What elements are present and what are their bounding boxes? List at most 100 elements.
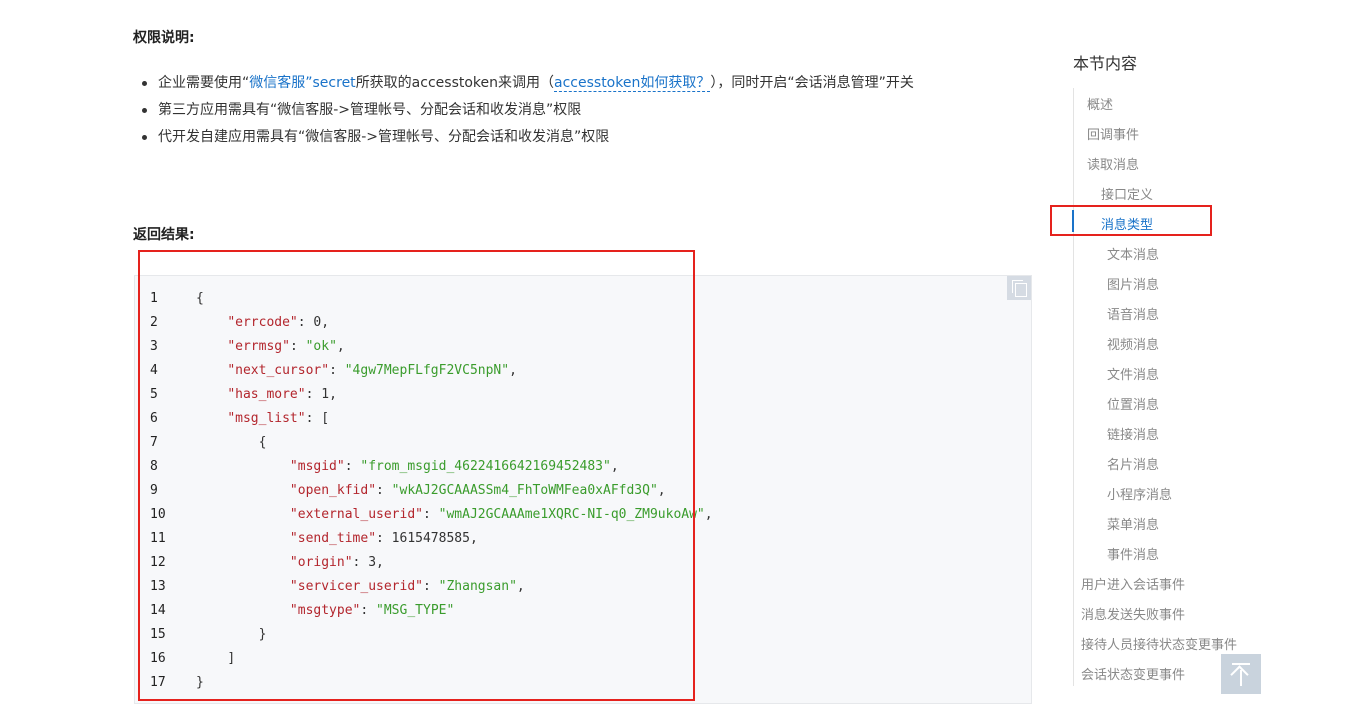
code-token: , <box>516 579 525 594</box>
code-token: : <box>344 459 361 474</box>
toc-item[interactable]: 菜单消息 <box>1107 514 1159 533</box>
code-line: 17} <box>150 673 713 697</box>
code-token: 1615478585 <box>391 531 470 546</box>
code-line: 14 "msgtype": "MSG_TYPE" <box>150 601 713 625</box>
permissions-list: 企业需要使用“微信客服”secret所获取的accesstoken来调用（acc… <box>140 72 914 153</box>
toc-item[interactable]: 视频消息 <box>1107 334 1159 353</box>
permission-item-1-mid: 所获取的accesstoken来调用（ <box>355 75 555 91</box>
toc-item[interactable]: 文件消息 <box>1107 364 1159 383</box>
code-token: , <box>376 555 384 570</box>
copy-button[interactable] <box>1007 276 1031 300</box>
permission-item-1-suffix: ），同时开启“会话消息管理”开关 <box>710 75 914 91</box>
code-token: "errmsg" <box>227 339 290 354</box>
toc-item[interactable]: 概述 <box>1087 94 1113 113</box>
toc-item[interactable]: 图片消息 <box>1107 274 1159 293</box>
code-line: 10 "external_userid": "wmAJ2GCAAAme1XQRC… <box>150 505 713 529</box>
code-line: 11 "send_time": 1615478585, <box>150 529 713 553</box>
line-number: 9 <box>150 483 158 498</box>
line-number: 12 <box>150 555 166 570</box>
toc-item[interactable]: 小程序消息 <box>1107 484 1172 503</box>
toc-item[interactable]: 位置消息 <box>1107 394 1159 413</box>
code-line: 5 "has_more": 1, <box>150 385 713 409</box>
toc-item[interactable]: 接口定义 <box>1101 184 1153 203</box>
code-token: , <box>704 507 713 522</box>
code-token: } <box>196 675 204 690</box>
code-token: "wmAJ2GCAAAme1XQRC-NI-q0_ZM9ukoAw" <box>438 507 705 522</box>
toc-item[interactable]: 会话状态变更事件 <box>1081 664 1185 683</box>
line-number: 2 <box>150 315 158 330</box>
line-number: 3 <box>150 339 158 354</box>
line-number: 17 <box>150 675 166 690</box>
back-to-top-button[interactable] <box>1221 654 1261 694</box>
permission-item-1: 企业需要使用“微信客服”secret所获取的accesstoken来调用（acc… <box>140 72 914 99</box>
code-token: 3 <box>368 555 377 570</box>
toc-item[interactable]: 读取消息 <box>1087 154 1139 173</box>
code-token: : [ <box>305 411 330 426</box>
code-token: "has_more" <box>227 387 306 402</box>
code-token: "next_cursor" <box>227 363 330 378</box>
code-token: "4gw7MepFLfgF2VC5npN" <box>344 363 510 378</box>
code-token: : <box>360 603 377 618</box>
code-token: "MSG_TYPE" <box>376 603 455 618</box>
code-token: "msgid" <box>289 459 345 474</box>
toc-item[interactable]: 消息发送失败事件 <box>1081 604 1185 623</box>
code-token: "external_userid" <box>289 507 423 522</box>
code-token: , <box>321 315 330 330</box>
line-number: 13 <box>150 579 166 594</box>
how-to-get-accesstoken-link[interactable]: accesstoken如何获取？ <box>554 75 711 92</box>
code-line: 7 { <box>150 433 713 457</box>
code-line: 15 } <box>150 625 713 649</box>
toc-item[interactable]: 用户进入会话事件 <box>1081 574 1185 593</box>
permission-item-1-prefix: 企业需要使用“ <box>158 75 250 91</box>
line-number: 14 <box>150 603 166 618</box>
toc-item[interactable]: 回调事件 <box>1087 124 1139 143</box>
code-token: "msg_list" <box>227 411 306 426</box>
line-number: 11 <box>150 531 166 546</box>
code-token: "ok" <box>305 339 337 354</box>
code-token: } <box>258 627 267 642</box>
code-token: , <box>657 483 666 498</box>
toc-item[interactable]: 消息类型 <box>1101 214 1153 233</box>
code-token: "open_kfid" <box>289 483 377 498</box>
code-token: : <box>376 531 392 546</box>
line-number: 1 <box>150 291 158 306</box>
code-line: 16 ] <box>150 649 713 673</box>
code-token: : <box>422 507 439 522</box>
code-token: ] <box>227 651 236 666</box>
code-token: "servicer_userid" <box>289 579 423 594</box>
code-token: 1 <box>321 387 330 402</box>
toc-item[interactable]: 语音消息 <box>1107 304 1159 323</box>
code-token: , <box>509 363 517 378</box>
line-number: 6 <box>150 411 158 426</box>
toc-item[interactable]: 名片消息 <box>1107 454 1159 473</box>
code-token: : <box>289 339 306 354</box>
line-number: 8 <box>150 459 158 474</box>
line-number: 15 <box>150 627 166 642</box>
code-token: : <box>352 555 369 570</box>
toc-item[interactable]: 事件消息 <box>1107 544 1159 563</box>
toc-item[interactable]: 接待人员接待状态变更事件 <box>1081 634 1237 653</box>
code-token: : <box>376 483 392 498</box>
code-token: , <box>610 459 619 474</box>
toc-item[interactable]: 链接消息 <box>1107 424 1159 443</box>
result-title: 返回结果: <box>133 227 195 243</box>
code-token: , <box>336 339 345 354</box>
toc-item[interactable]: 文本消息 <box>1107 244 1159 263</box>
code-content: 1{2 "errcode": 0, 3 "errmsg": "ok", 4 "nex… <box>150 289 713 697</box>
permissions-title: 权限说明: <box>133 30 195 46</box>
code-token: : <box>297 315 314 330</box>
toc-active-indicator <box>1072 210 1074 232</box>
wechat-kf-secret-link[interactable]: 微信客服”secret <box>249 75 355 91</box>
code-line: 9 "open_kfid": "wkAJ2GCAAASSm4_FhToWMFea… <box>150 481 713 505</box>
